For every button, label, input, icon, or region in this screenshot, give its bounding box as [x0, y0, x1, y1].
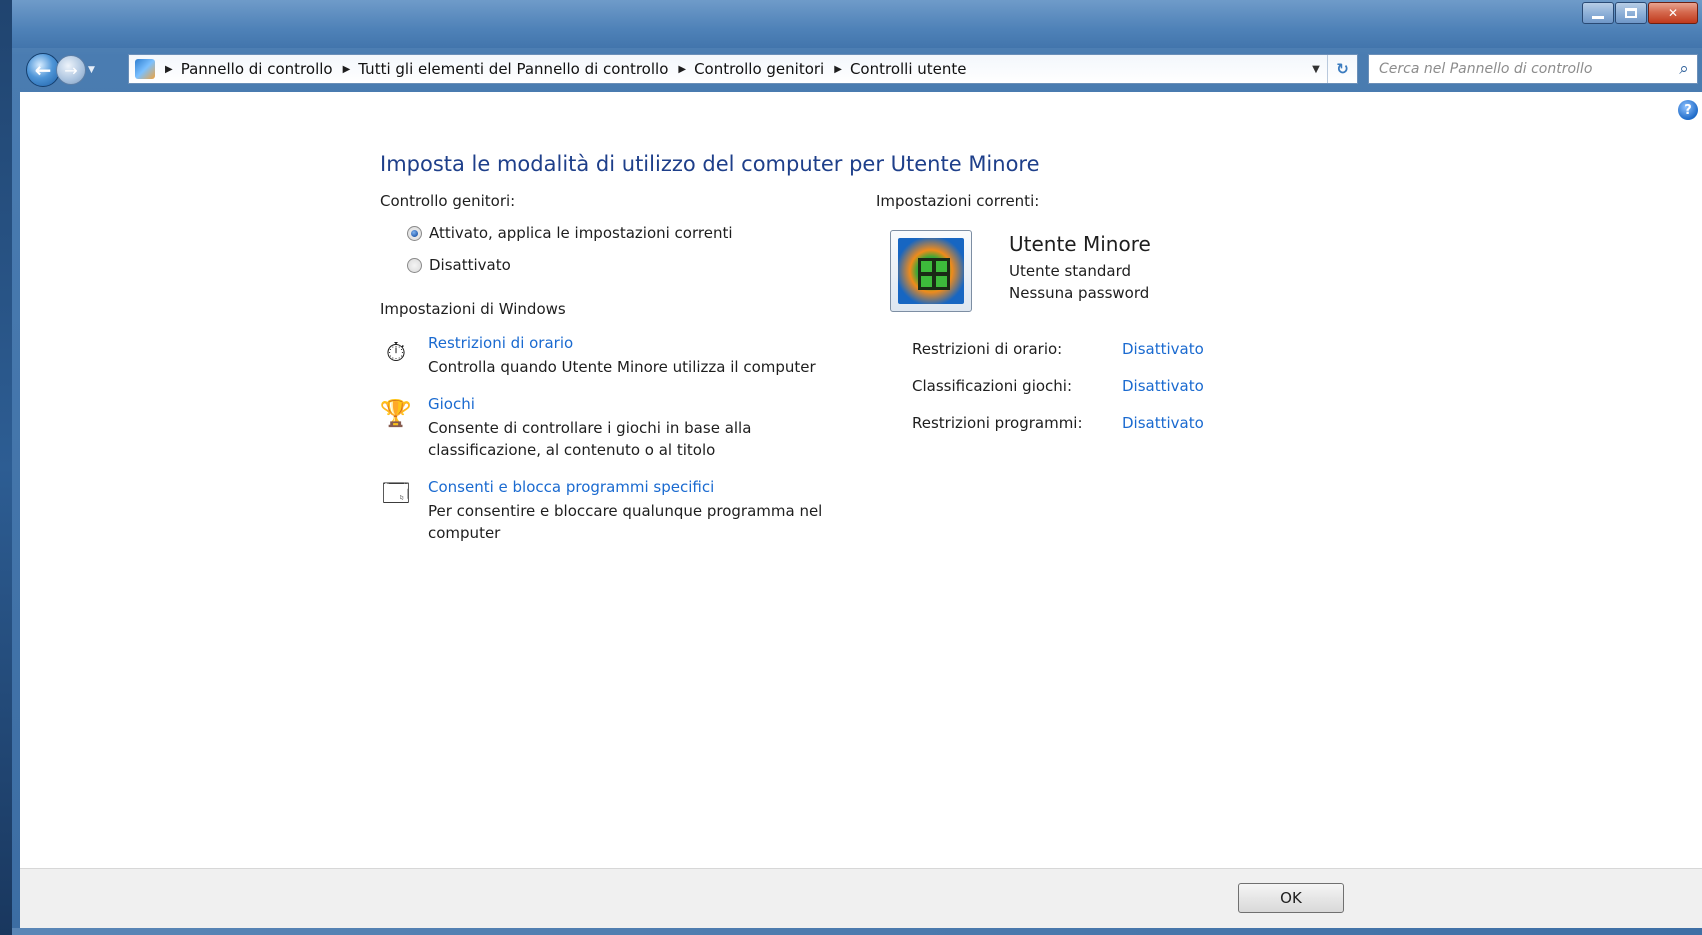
help-icon[interactable]: ? — [1678, 100, 1698, 120]
title-bar[interactable]: ✕ — [12, 0, 1702, 48]
status-label: Classificazioni giochi: — [912, 377, 1073, 395]
program-restrictions-status-link[interactable]: Disattivato — [1122, 414, 1204, 432]
stopwatch-icon: ⏱ — [385, 337, 407, 368]
task-games: 🏆 Giochi Consente di controllare i gioch… — [380, 395, 850, 465]
minimize-button[interactable] — [1582, 2, 1614, 24]
radio-off-row[interactable]: Disattivato — [407, 256, 511, 274]
refresh-button[interactable]: ↻ — [1327, 55, 1357, 83]
caption-buttons: ✕ — [1581, 2, 1698, 24]
address-history-dropdown[interactable]: ▼ — [1305, 64, 1327, 75]
games-link[interactable]: Giochi — [428, 395, 475, 413]
search-input[interactable] — [1379, 56, 1671, 82]
breadcrumb-user-controls[interactable]: Controlli utente — [850, 60, 967, 78]
ok-button[interactable]: OK — [1238, 883, 1344, 913]
control-panel-icon — [135, 59, 155, 79]
games-trophy-icon: 🏆 — [379, 399, 413, 429]
forward-button[interactable]: → — [56, 55, 86, 85]
arrow-left-icon: ← — [34, 58, 52, 82]
programs-desc: Per consentire e bloccare qualunque prog… — [428, 502, 823, 542]
refresh-icon: ↻ — [1336, 60, 1349, 78]
close-icon: ✕ — [1667, 6, 1679, 20]
breadcrumb-parental-controls[interactable]: Controllo genitori — [694, 60, 824, 78]
account-type: Utente standard — [1009, 262, 1132, 280]
address-bar[interactable]: ▶ Pannello di controllo ▶ Tutti gli elem… — [128, 54, 1358, 84]
game-ratings-status-link[interactable]: Disattivato — [1122, 377, 1204, 395]
password-status: Nessuna password — [1009, 284, 1150, 302]
bottom-bar: OK — [20, 868, 1702, 928]
programs-icon: 🗔 — [381, 479, 411, 509]
chevron-right-icon[interactable]: ▶ — [165, 64, 173, 75]
navigation-row: ← → ▼ ▶ Pannello di controllo ▶ Tutti gl… — [12, 52, 1702, 88]
arrow-right-icon: → — [64, 60, 78, 80]
content-pane: ? Imposta le modalità di utilizzo del co… — [20, 92, 1702, 868]
maximize-icon — [1625, 8, 1637, 18]
status-row-time: Restrizioni di orario: Disattivato — [912, 340, 1204, 358]
programs-link[interactable]: Consenti e blocca programmi specifici — [428, 478, 714, 496]
avatar — [898, 238, 964, 304]
time-restrictions-status-link[interactable]: Disattivato — [1122, 340, 1204, 358]
status-label: Restrizioni di orario: — [912, 340, 1063, 358]
status-row-games: Classificazioni giochi: Disattivato — [912, 377, 1204, 395]
address-bar-controls: ▼ ↻ — [1305, 55, 1357, 83]
radio-off[interactable] — [407, 257, 422, 273]
task-time-restrictions: ⏱ Restrizioni di orario Controlla quando… — [380, 334, 850, 384]
user-picture-frame — [890, 230, 972, 312]
task-programs: 🗔 Consenti e blocca programmi specifici … — [380, 478, 850, 548]
radio-off-label[interactable]: Disattivato — [429, 256, 511, 274]
radio-on-label[interactable]: Attivato, applica le impostazioni corren… — [429, 224, 733, 242]
recent-pages-dropdown[interactable]: ▼ — [88, 65, 95, 75]
chevron-right-icon[interactable]: ▶ — [678, 64, 686, 75]
windows-settings-label: Impostazioni di Windows — [380, 300, 566, 318]
window-left-border — [0, 0, 12, 935]
status-label: Restrizioni programmi: — [912, 414, 1083, 432]
time-restrictions-link[interactable]: Restrizioni di orario — [428, 334, 573, 352]
chevron-right-icon[interactable]: ▶ — [343, 64, 351, 75]
user-name: Utente Minore — [1009, 232, 1151, 256]
search-icon[interactable]: ⌕ — [1671, 59, 1697, 79]
back-button[interactable]: ← — [26, 53, 60, 87]
minimize-icon — [1592, 15, 1604, 19]
time-restrictions-desc: Controlla quando Utente Minore utilizza … — [428, 358, 816, 376]
close-button[interactable]: ✕ — [1648, 2, 1698, 24]
chevron-right-icon[interactable]: ▶ — [834, 64, 842, 75]
breadcrumb-all-items[interactable]: Tutti gli elementi del Pannello di contr… — [358, 60, 668, 78]
current-settings-label: Impostazioni correnti: — [876, 192, 1040, 210]
status-row-programs: Restrizioni programmi: Disattivato — [912, 414, 1204, 432]
radio-on[interactable] — [407, 225, 422, 241]
games-desc: Consente di controllare i giochi in base… — [428, 419, 752, 459]
parental-control-label: Controllo genitori: — [380, 192, 516, 210]
breadcrumb-control-panel[interactable]: Pannello di controllo — [181, 60, 333, 78]
page-title: Imposta le modalità di utilizzo del comp… — [380, 152, 1040, 176]
radio-on-row[interactable]: Attivato, applica le impostazioni corren… — [407, 224, 733, 242]
window-bottom-border — [12, 928, 1702, 935]
maximize-button[interactable] — [1615, 2, 1647, 24]
search-box: ⌕ — [1368, 54, 1698, 84]
